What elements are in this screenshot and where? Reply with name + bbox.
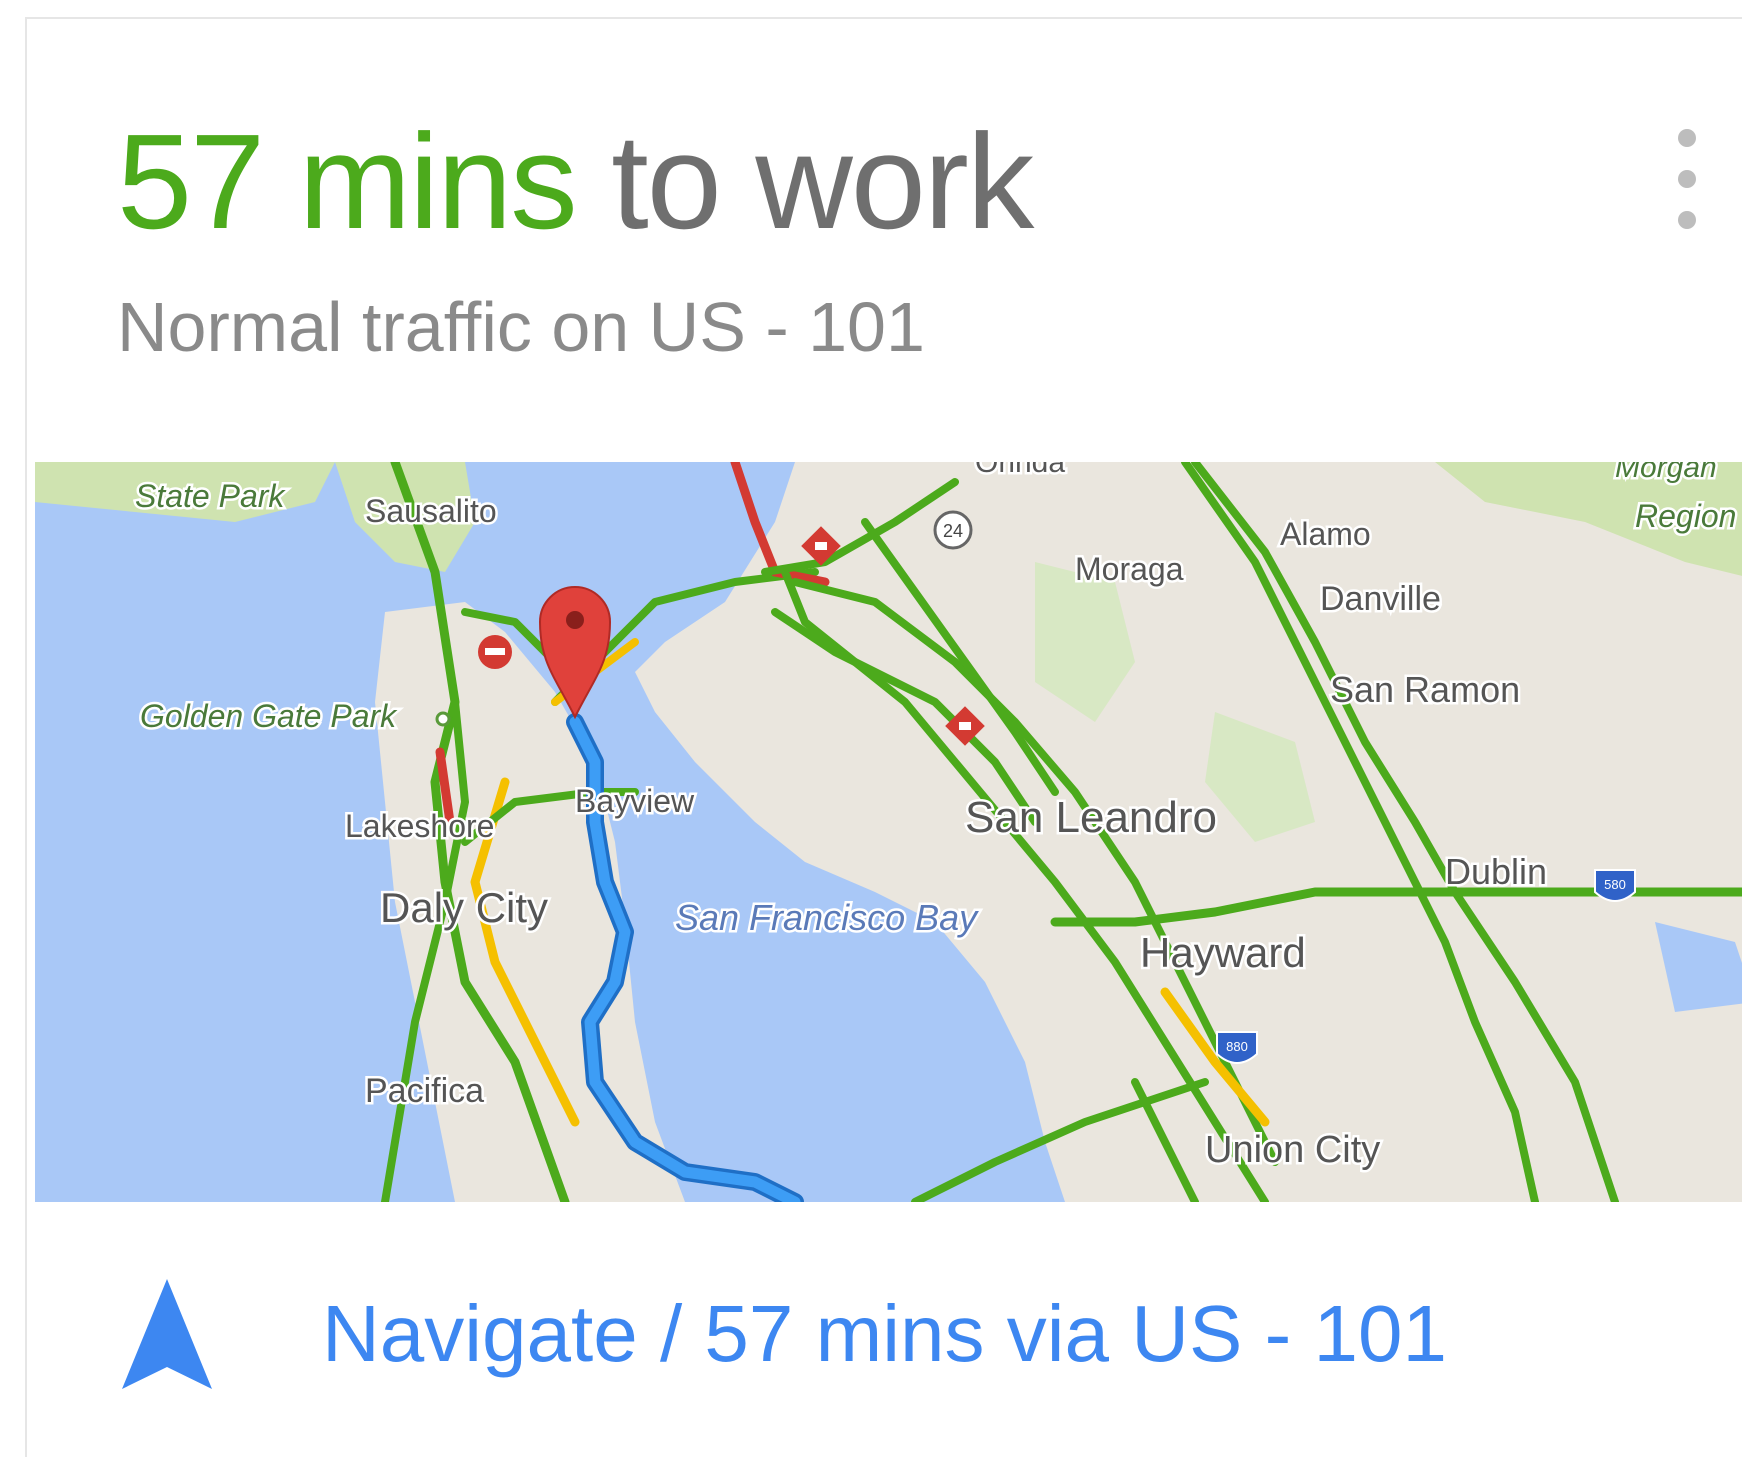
hwy-580-label: 580 [1604, 877, 1626, 892]
map-label-hayward: Hayward [1140, 929, 1306, 976]
menu-dot [1678, 170, 1696, 188]
map-label-sf-bay: San Francisco Bay [675, 897, 979, 938]
map-label-union-city: Union City [1205, 1129, 1380, 1171]
traffic-status: Normal traffic on US - 101 [117, 288, 925, 366]
card-title: 57 mins to work [117, 114, 1034, 249]
park-marker-icon [435, 711, 451, 727]
map-label-golden-gate-park: Golden Gate Park [140, 698, 398, 734]
road-closure-icon [478, 635, 512, 669]
commute-duration: 57 mins [117, 106, 578, 257]
traffic-map[interactable]: 24 580 880 State Park Sausalito Orinda M… [35, 462, 1742, 1202]
navigate-button[interactable]: Navigate / 57 mins via US - 101 [122, 1279, 1447, 1389]
hwy-24-label: 24 [943, 521, 963, 541]
map-label-alamo: Alamo [1280, 516, 1371, 552]
map-label-lakeshore: Lakeshore [345, 808, 494, 844]
more-vert-icon[interactable] [1672, 129, 1702, 229]
menu-dot [1678, 129, 1696, 147]
commute-card: 57 mins to work Normal traffic on US - 1… [25, 17, 1742, 1457]
map-label-state-park: State Park [135, 478, 286, 514]
map-label-danville: Danville [1320, 580, 1441, 618]
commute-destination: to work [611, 106, 1034, 257]
menu-dot [1678, 211, 1696, 229]
navigation-arrow-icon [122, 1279, 212, 1389]
map-label-bayview: Bayview [575, 783, 695, 819]
map-label-orinda: Orinda [975, 462, 1065, 479]
map-label-regional: Region [1635, 498, 1736, 534]
map-label-dublin: Dublin [1445, 851, 1547, 892]
map-label-pacifica: Pacifica [365, 1072, 484, 1110]
map-label-san-ramon: San Ramon [1330, 669, 1520, 710]
map-label-sausalito: Sausalito [365, 493, 497, 529]
hwy-880-label: 880 [1226, 1039, 1248, 1054]
highway-shield-580: 580 [1594, 869, 1636, 902]
map-label-san-leandro: San Leandro [965, 793, 1217, 842]
navigate-label: Navigate / 57 mins via US - 101 [322, 1289, 1447, 1378]
map-label-daly-city: Daly City [380, 884, 548, 931]
map-label-morgan: Morgan [1615, 462, 1717, 484]
highway-shield-880: 880 [1216, 1031, 1258, 1064]
highway-shield-24: 24 [933, 510, 973, 550]
map-label-moraga: Moraga [1075, 551, 1184, 587]
